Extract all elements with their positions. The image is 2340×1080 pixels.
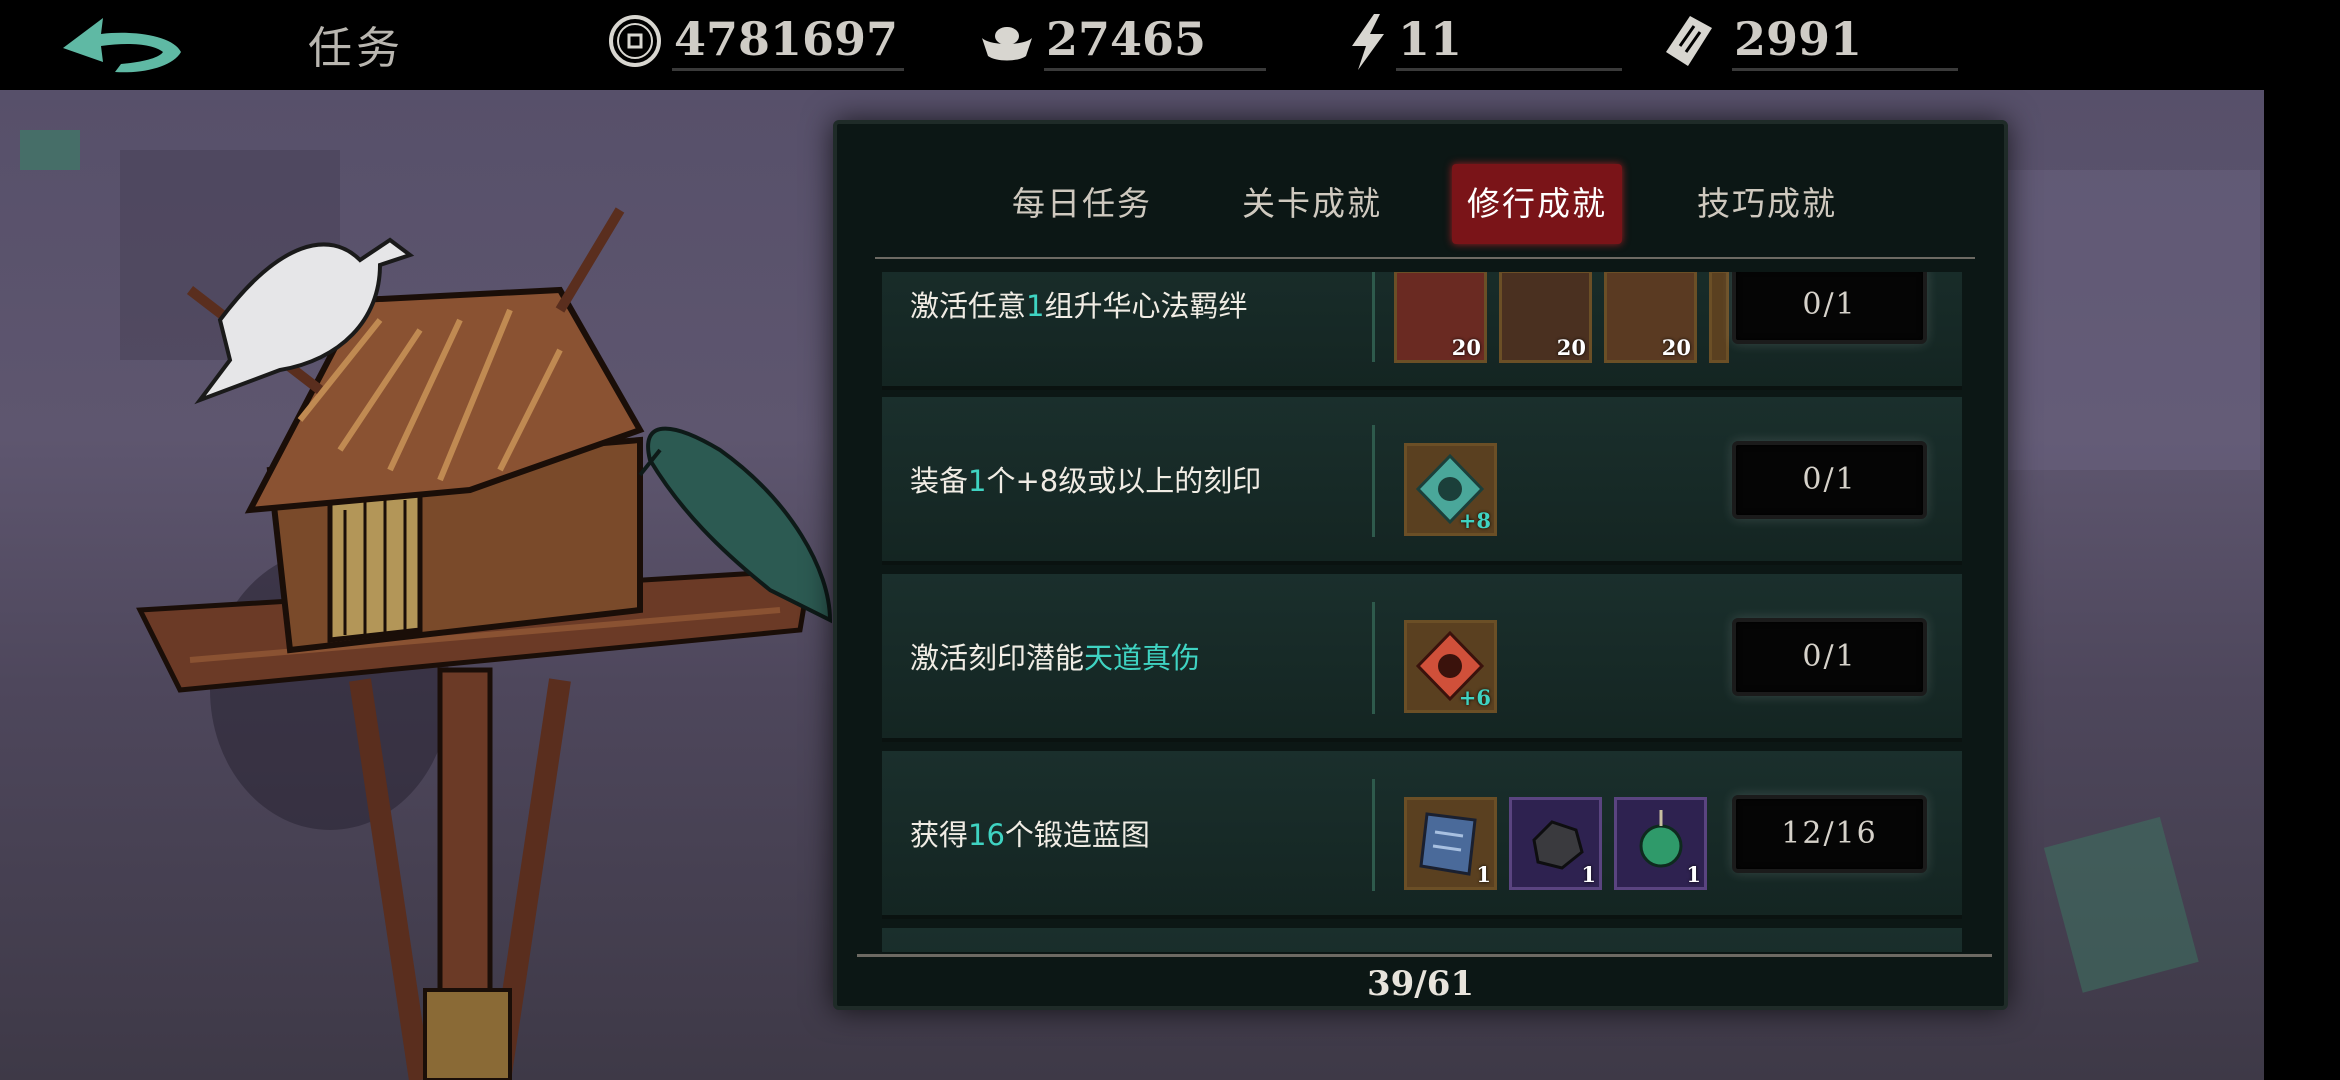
back-arrow-icon	[63, 18, 181, 73]
screen-edge	[2264, 0, 2340, 1080]
partial-item	[1709, 272, 1729, 363]
cannon-item-icon[interactable]: 20	[1499, 272, 1592, 363]
row-separator	[1372, 602, 1375, 714]
tab-divider	[875, 257, 1975, 259]
tab-skill-achievements[interactable]: 技巧成就	[1682, 164, 1852, 244]
jade-pendant-icon[interactable]: 1	[1614, 797, 1707, 890]
ticket-underline	[1732, 68, 1958, 71]
back-button[interactable]	[55, 10, 190, 85]
lightning-icon	[1352, 14, 1384, 70]
task-row: 激活刻印潜能天道真伤 +6 0/1	[882, 574, 1962, 742]
scroll-item-icon[interactable]: 20	[1394, 272, 1487, 363]
task-description: 获得16个锻造蓝图	[910, 818, 1150, 852]
coin-underline	[672, 68, 904, 71]
task-description: 激活任意1组升华心法羁绊	[910, 289, 1248, 323]
row-separator	[1372, 779, 1375, 891]
scene-background: 每日任务 关卡成就 修行成就 技巧成就 激活任意1组升华心法羁绊 20 20 2…	[0, 90, 2264, 1080]
coin-icon	[609, 15, 661, 67]
silver-value: 27465	[1046, 12, 1207, 66]
ticket-value: 2991	[1734, 12, 1863, 66]
task-description: 激活刻印潜能天道真伤	[910, 641, 1201, 675]
task-row: 激活任意1组升华心法羁绊 20 20 20 0/1	[882, 272, 1962, 390]
teal-seal-icon[interactable]: +8	[1404, 443, 1497, 536]
coin-value: 4781697	[674, 12, 899, 66]
energy-value: 11	[1398, 12, 1463, 66]
bottom-divider	[857, 954, 1992, 957]
row-separator	[1372, 425, 1375, 537]
task-row-partial	[882, 928, 1962, 952]
task-description: 装备1个+8级或以上的刻印	[910, 464, 1262, 498]
task-list[interactable]: 激活任意1组升华心法羁绊 20 20 20 0/1 装备1个+8级或以上的刻印	[882, 272, 1962, 952]
blueprint-scroll-icon[interactable]: 1	[1404, 797, 1497, 890]
energy-underline	[1396, 68, 1622, 71]
book-item-icon[interactable]: 20	[1604, 272, 1697, 363]
screen-title: 任务	[308, 23, 404, 74]
ticket-icon	[1666, 16, 1712, 66]
silver-underline	[1044, 68, 1266, 71]
achievement-count: 39/61	[1366, 964, 1475, 1004]
task-row: 获得16个锻造蓝图 1 1 1 12/16	[882, 751, 1962, 919]
silver-ingot-icon	[982, 27, 1032, 61]
top-bar: 任务 4781697 27465 11 2991	[0, 0, 2340, 90]
task-panel: 每日任务 关卡成就 修行成就 技巧成就 激活任意1组升华心法羁绊 20 20 2…	[833, 120, 2008, 1010]
tab-bar: 每日任务 关卡成就 修行成就 技巧成就	[837, 164, 2004, 244]
task-progress: 0/1	[1732, 618, 1927, 696]
task-progress: 0/1	[1732, 441, 1927, 519]
task-row: 装备1个+8级或以上的刻印 +8 0/1	[882, 397, 1962, 565]
ore-icon[interactable]: 1	[1509, 797, 1602, 890]
red-seal-icon[interactable]: +6	[1404, 620, 1497, 713]
tab-stage-achievements[interactable]: 关卡成就	[1227, 164, 1397, 244]
row-separator	[1372, 272, 1375, 362]
tab-cultivation-achievements[interactable]: 修行成就	[1452, 164, 1622, 244]
task-progress: 12/16	[1732, 795, 1927, 873]
task-progress: 0/1	[1732, 272, 1927, 344]
tab-daily-tasks[interactable]: 每日任务	[997, 164, 1167, 244]
